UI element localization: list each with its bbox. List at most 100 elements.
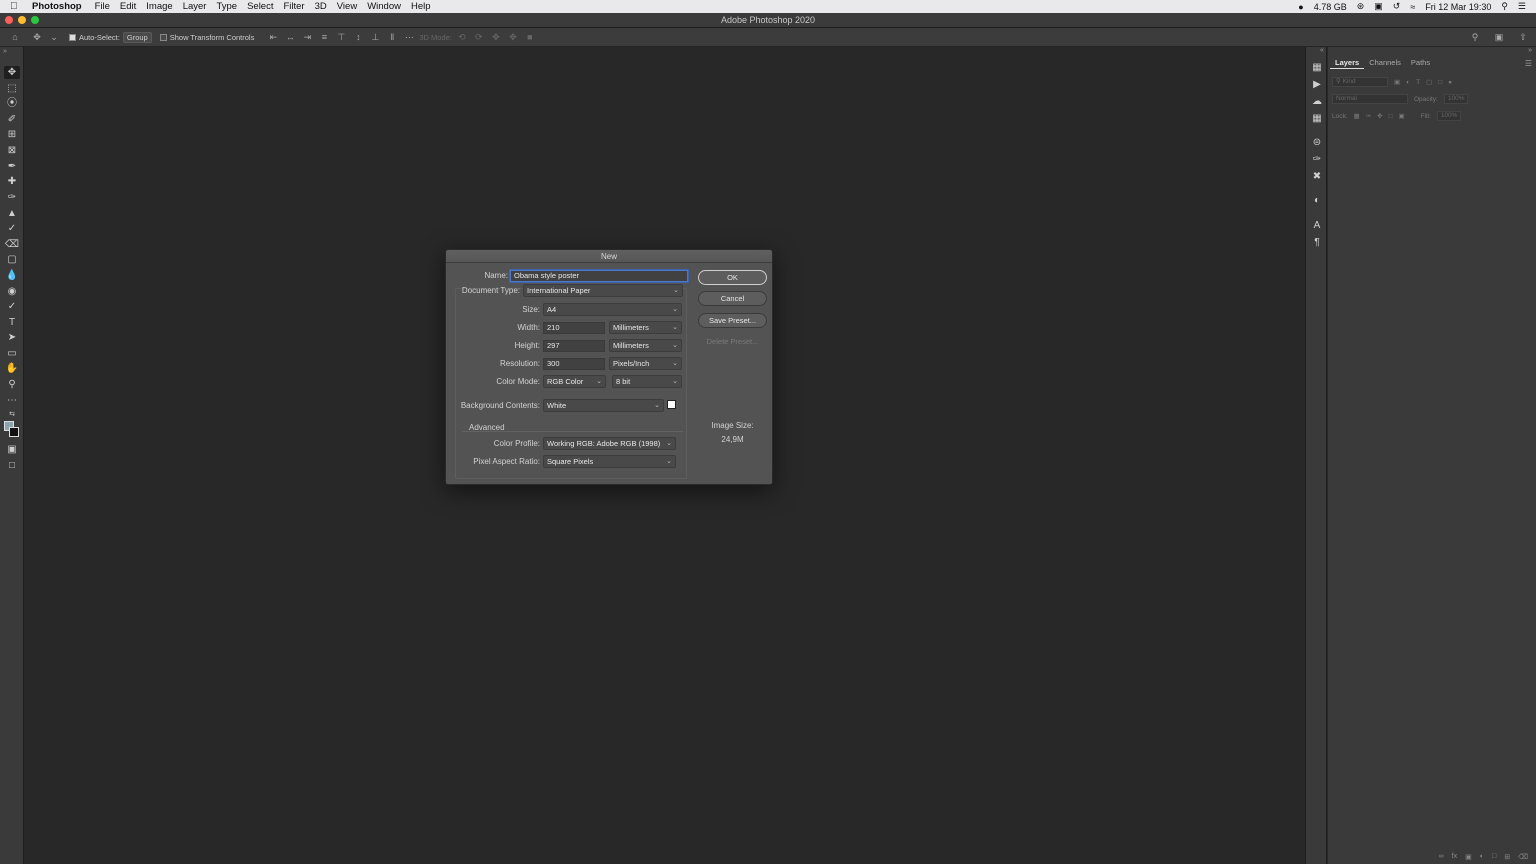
dodge-tool-icon[interactable]: ◉: [4, 285, 20, 298]
bluetooth-icon[interactable]: ⊛: [1357, 1, 1365, 12]
cancel-button[interactable]: Cancel: [698, 291, 767, 306]
slide-3d-icon[interactable]: ✥: [508, 32, 518, 42]
minimize-window-button[interactable]: [18, 16, 26, 24]
new-adjustment-icon[interactable]: ◐: [1480, 853, 1484, 861]
edit-toolbar-icon[interactable]: ⋯: [4, 394, 20, 407]
display-icon[interactable]: ▣: [1374, 1, 1383, 12]
opacity-input[interactable]: 100%: [1443, 94, 1468, 104]
learn-icon[interactable]: ▦: [1310, 62, 1324, 74]
filter-smart-icon[interactable]: □: [1438, 79, 1442, 86]
tool-presets-icon[interactable]: ✖: [1310, 171, 1324, 183]
eyedropper-tool-icon[interactable]: ✒: [4, 160, 20, 173]
marquee-tool-icon[interactable]: ⬚: [4, 82, 20, 95]
libraries-icon[interactable]: ☁: [1310, 96, 1324, 108]
menu-type[interactable]: Type: [216, 1, 237, 12]
drag-3d-icon[interactable]: ✥: [491, 32, 501, 42]
lock-all-icon[interactable]: ▣: [1399, 112, 1405, 120]
filter-pixel-icon[interactable]: ▣: [1394, 78, 1400, 86]
tab-channels[interactable]: Channels: [1364, 56, 1406, 69]
menu-layer[interactable]: Layer: [183, 1, 207, 12]
home-icon[interactable]: ⌂: [10, 32, 20, 42]
auto-select-checkbox[interactable]: [69, 33, 76, 41]
new-group-icon[interactable]: □: [1492, 853, 1496, 861]
delete-layer-icon[interactable]: ⌫: [1518, 853, 1528, 861]
collapse-tools-icon[interactable]: »: [3, 48, 7, 55]
menu-select[interactable]: Select: [247, 1, 273, 12]
quick-mask-icon[interactable]: ▣: [4, 443, 20, 456]
clone-stamp-tool-icon[interactable]: ▲: [4, 207, 20, 220]
show-transform-checkbox[interactable]: [159, 33, 167, 41]
history-brush-tool-icon[interactable]: ✓: [4, 222, 20, 235]
crop-tool-icon[interactable]: ⊞: [4, 128, 20, 141]
brushes-icon[interactable]: ✑: [1310, 154, 1324, 166]
wifi-icon[interactable]: ≈: [1410, 2, 1415, 12]
actions-icon[interactable]: ▶: [1310, 79, 1324, 91]
search-icon[interactable]: ⚲: [1470, 32, 1480, 42]
tab-paths[interactable]: Paths: [1406, 56, 1435, 69]
close-window-button[interactable]: [5, 16, 13, 24]
collapse-strip-icon[interactable]: «: [1320, 47, 1324, 54]
blur-tool-icon[interactable]: 💧: [4, 269, 20, 282]
pen-tool-icon[interactable]: ✓: [4, 300, 20, 313]
lasso-tool-icon[interactable]: ⦿: [4, 97, 20, 110]
add-mask-icon[interactable]: ▣: [1465, 853, 1472, 861]
align-top-icon[interactable]: ⊤: [336, 32, 346, 42]
menu-filter[interactable]: Filter: [283, 1, 304, 12]
move-tool-icon[interactable]: ✥: [4, 66, 20, 79]
type-tool-icon[interactable]: T: [4, 316, 20, 329]
zoom-window-button[interactable]: [31, 16, 39, 24]
background-color-swatch[interactable]: [9, 427, 19, 437]
pixel-aspect-dropdown[interactable]: Square Pixels ⌄: [543, 455, 676, 468]
tab-layers[interactable]: Layers: [1330, 56, 1365, 69]
filter-type-icon[interactable]: T: [1416, 79, 1420, 86]
lock-transparent-icon[interactable]: ▦: [1354, 112, 1360, 120]
path-select-tool-icon[interactable]: ➤: [4, 331, 20, 344]
microphone-icon[interactable]: ●: [1298, 2, 1303, 12]
brush-tool-icon[interactable]: ✑: [4, 191, 20, 204]
link-layers-icon[interactable]: ∞: [1439, 853, 1444, 861]
roll-3d-icon[interactable]: ⟳: [474, 32, 484, 42]
lock-pixels-icon[interactable]: ✑: [1366, 112, 1371, 120]
new-layer-icon[interactable]: ⊞: [1504, 853, 1510, 861]
memory-indicator[interactable]: 4.78 GB: [1314, 2, 1347, 12]
menu-window[interactable]: Window: [367, 1, 401, 12]
lock-position-icon[interactable]: ✥: [1377, 112, 1382, 120]
workspace-icon[interactable]: ▣: [1494, 32, 1504, 42]
document-type-dropdown[interactable]: International Paper ⌄: [523, 284, 683, 297]
rectangle-tool-icon[interactable]: ▭: [4, 347, 20, 360]
chevron-down-icon[interactable]: ⌄: [49, 32, 59, 42]
app-menu[interactable]: Photoshop: [32, 1, 82, 12]
bit-depth-dropdown[interactable]: 8 bit ⌄: [612, 375, 682, 388]
width-input[interactable]: 210: [543, 322, 605, 334]
orbit-3d-icon[interactable]: ⟲: [457, 32, 467, 42]
filter-shape-icon[interactable]: ▢: [1426, 78, 1432, 86]
camera-3d-icon[interactable]: ■: [525, 32, 535, 42]
resolution-input[interactable]: 300: [543, 358, 605, 370]
blend-mode-dropdown[interactable]: Normal: [1332, 94, 1408, 104]
menu-view[interactable]: View: [337, 1, 357, 12]
navigator-icon[interactable]: ◐: [1310, 195, 1324, 207]
fill-input[interactable]: 100%: [1436, 111, 1461, 121]
width-unit-dropdown[interactable]: Millimeters ⌄: [609, 321, 682, 334]
layer-filter-kind[interactable]: ⚲ Kind: [1332, 77, 1388, 87]
auto-select-target-dropdown[interactable]: Group: [122, 31, 152, 43]
filter-adjustment-icon[interactable]: ◐: [1406, 79, 1410, 86]
align-left-icon[interactable]: ⇤: [268, 32, 278, 42]
layer-style-icon[interactable]: fx: [1452, 853, 1457, 861]
lock-artboard-icon[interactable]: □: [1389, 113, 1393, 120]
height-input[interactable]: 297: [543, 340, 605, 352]
menu-file[interactable]: File: [95, 1, 110, 12]
hand-tool-icon[interactable]: ✋: [4, 362, 20, 375]
control-center-icon[interactable]: ☰: [1518, 1, 1526, 12]
menu-3d[interactable]: 3D: [315, 1, 327, 12]
menu-image[interactable]: Image: [146, 1, 172, 12]
align-center-icon[interactable]: ↔: [285, 32, 295, 42]
distribute-icon[interactable]: ≡: [319, 32, 329, 42]
color-mode-dropdown[interactable]: RGB Color ⌄: [543, 375, 606, 388]
color-profile-dropdown[interactable]: Working RGB: Adobe RGB (1998) ⌄: [543, 437, 676, 450]
screen-mode-icon[interactable]: □: [4, 459, 20, 472]
share-icon[interactable]: ⇧: [1518, 32, 1528, 42]
healing-brush-tool-icon[interactable]: ✚: [4, 175, 20, 188]
adjustments-icon[interactable]: ⊜: [1310, 137, 1324, 149]
quick-select-tool-icon[interactable]: ✐: [4, 113, 20, 126]
